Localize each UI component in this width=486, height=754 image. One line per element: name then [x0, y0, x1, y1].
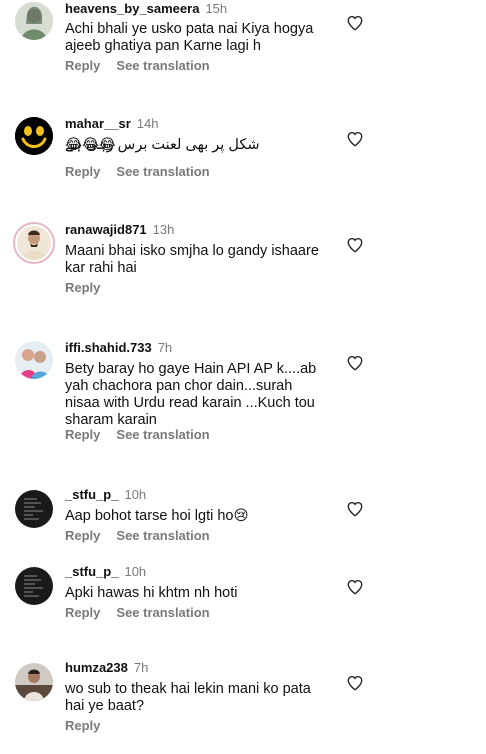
reply-button[interactable]: Reply	[65, 528, 100, 543]
comment-actions: Reply	[65, 718, 116, 734]
reply-button[interactable]: Reply	[65, 164, 100, 179]
comment-meta: humza238 7h	[65, 660, 148, 676]
reply-button[interactable]: Reply	[65, 427, 100, 442]
timestamp: 15h	[205, 1, 228, 16]
heart-outline-icon[interactable]	[346, 130, 364, 148]
comment-text: Maani bhai isko smjha lo gandy ishaare k…	[65, 243, 319, 276]
timestamp: 7h	[157, 340, 173, 355]
comment-text: Bety baray ho gaye Hain API AP k....ab y…	[65, 361, 317, 428]
see-translation-button[interactable]: See translation	[116, 164, 209, 179]
heart-outline-icon[interactable]	[346, 14, 364, 32]
comment-text: wo sub to theak hai lekin mani ko pata h…	[65, 681, 311, 714]
heart-outline-icon[interactable]	[346, 354, 364, 372]
timestamp: 10h	[124, 487, 147, 502]
comment-actions: Reply See translation	[65, 164, 226, 180]
timestamp: 10h	[124, 564, 147, 579]
see-translation-button[interactable]: See translation	[116, 58, 209, 73]
reply-button[interactable]: Reply	[65, 718, 100, 733]
comment-actions: Reply See translation	[65, 58, 226, 74]
comment-meta: _stfu_p_ 10h	[65, 564, 146, 580]
avatar[interactable]	[15, 663, 53, 701]
reply-button[interactable]: Reply	[65, 280, 100, 295]
comment-meta: mahar__sr 14h	[65, 116, 158, 132]
username[interactable]: _stfu_p_	[65, 564, 118, 579]
reply-button[interactable]: Reply	[65, 58, 100, 73]
see-translation-button[interactable]: See translation	[116, 528, 209, 543]
comment-text: Aap bohot tarse hoi lgti ho😢	[65, 508, 249, 524]
comment-actions: Reply	[65, 280, 116, 296]
heart-outline-icon[interactable]	[346, 500, 364, 518]
comment-text: Achi bhali ye usko pata nai Kiya hogya a…	[65, 21, 314, 54]
heart-outline-icon[interactable]	[346, 674, 364, 692]
username[interactable]: heavens_by_sameera	[65, 1, 199, 16]
comment-actions: Reply See translation	[65, 605, 226, 621]
avatar[interactable]	[15, 2, 53, 40]
heart-outline-icon[interactable]	[346, 578, 364, 596]
username[interactable]: _stfu_p_	[65, 487, 118, 502]
avatar[interactable]	[13, 222, 55, 264]
heart-outline-icon[interactable]	[346, 236, 364, 254]
username[interactable]: mahar__sr	[65, 116, 131, 131]
avatar[interactable]	[15, 117, 53, 155]
avatar[interactable]	[15, 341, 53, 379]
comment-meta: heavens_by_sameera 15h	[65, 1, 227, 17]
comment-actions: Reply See translation	[65, 528, 226, 544]
avatar[interactable]	[15, 490, 53, 528]
comment-meta: ranawajid871 13h	[65, 222, 174, 238]
username[interactable]: iffi.shahid.733	[65, 340, 152, 355]
comment-meta: _stfu_p_ 10h	[65, 487, 146, 503]
comment-meta: iffi.shahid.733 7h	[65, 340, 172, 356]
username[interactable]: ranawajid871	[65, 222, 147, 237]
comment-actions: Reply See translation	[65, 427, 226, 443]
timestamp: 14h	[136, 116, 159, 131]
timestamp: 7h	[133, 660, 149, 675]
reply-button[interactable]: Reply	[65, 605, 100, 620]
avatar[interactable]	[15, 567, 53, 605]
comment-emoji: 😂😂😂	[65, 137, 116, 153]
see-translation-button[interactable]: See translation	[116, 605, 209, 620]
see-translation-button[interactable]: See translation	[116, 427, 209, 442]
comment-text: Apki hawas hi khtm nh hoti	[65, 585, 238, 601]
timestamp: 13h	[152, 222, 175, 237]
username[interactable]: humza238	[65, 660, 128, 675]
